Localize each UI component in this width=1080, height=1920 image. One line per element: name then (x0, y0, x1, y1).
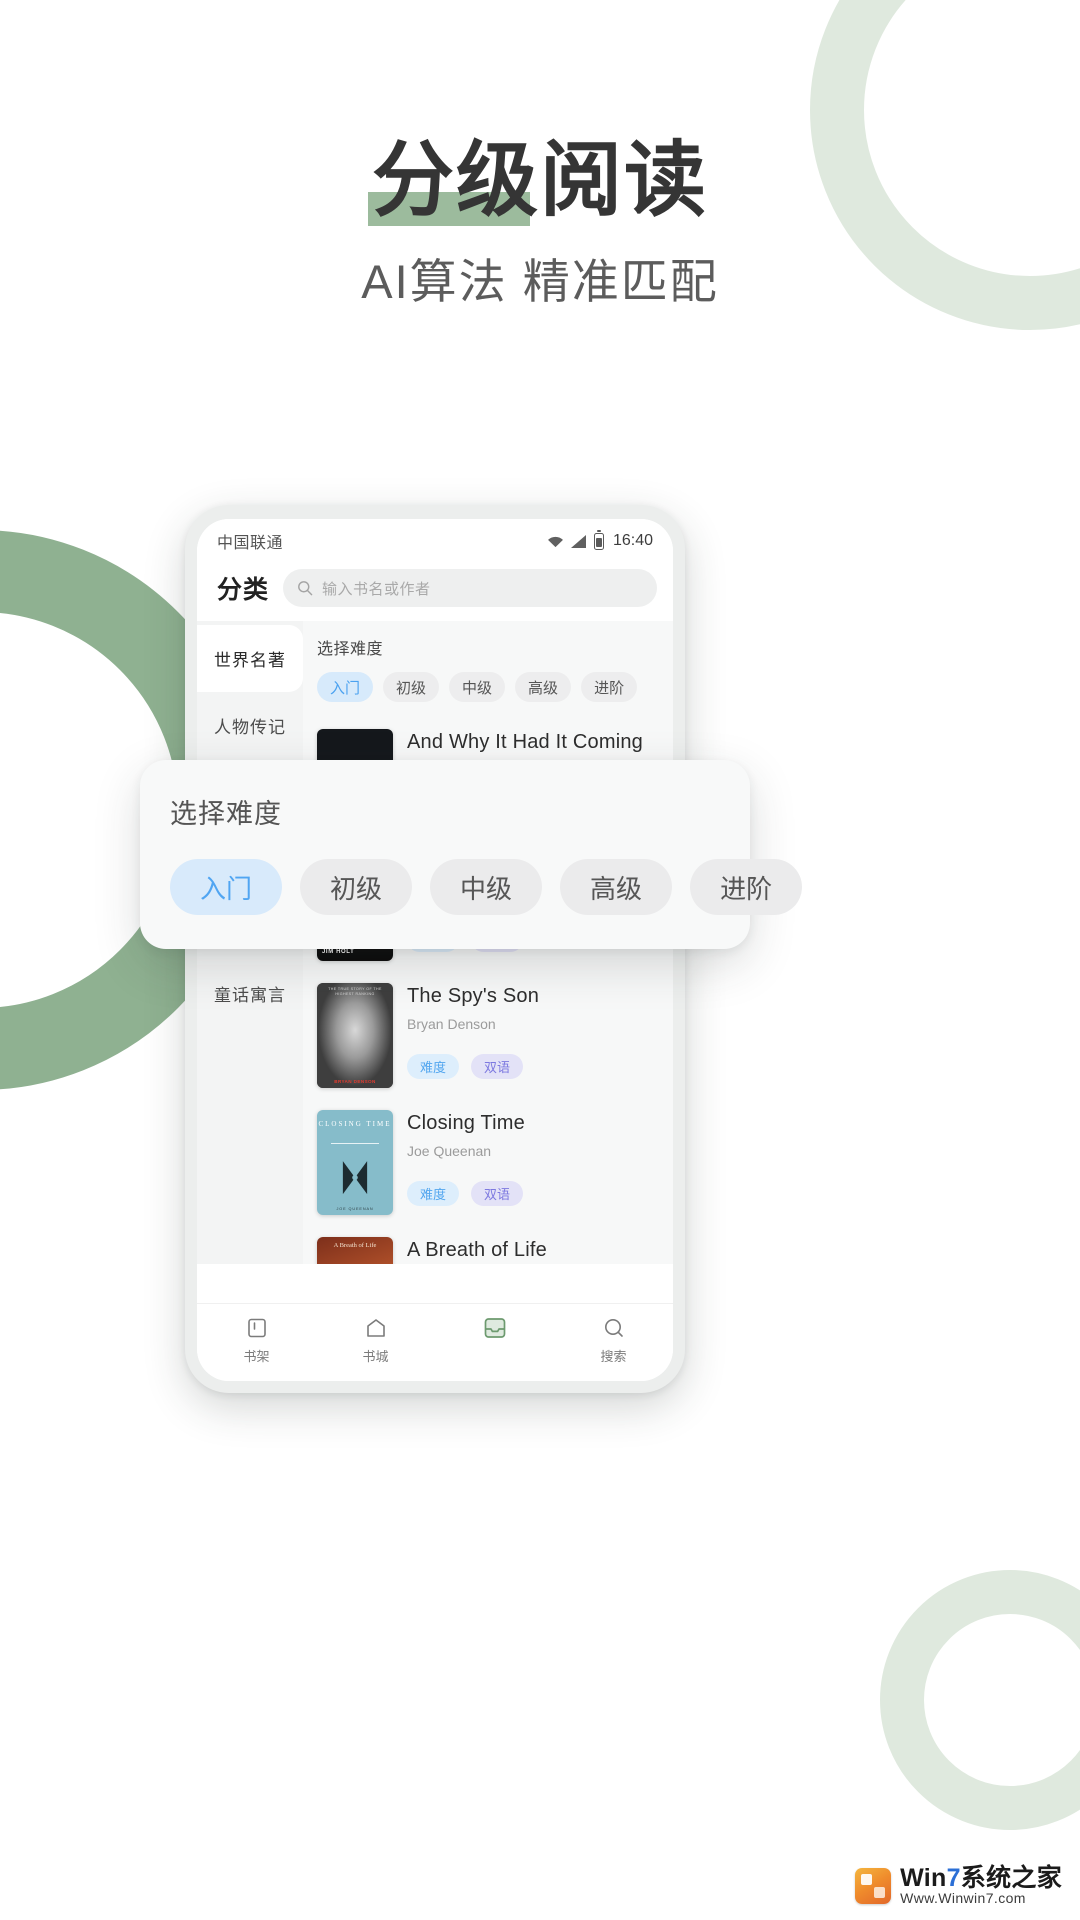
tab-label: 书城 (362, 1349, 389, 1364)
watermark-text: Win7系统之家 Www.Winwin7.com (900, 1865, 1062, 1906)
cover-author: BRYAN DENSON (334, 1079, 376, 1084)
poster-page: 分级阅读 AI算法 精准匹配 中国联通 16:40 分类 输入书名或作者 世界名… (0, 0, 1080, 1920)
book-title: A Breath of Life (407, 1239, 547, 1261)
book-tags: 难度 双语 (407, 1054, 659, 1079)
book-title: And Why It Had It Coming (407, 731, 644, 753)
search-tab-icon (554, 1313, 673, 1343)
book-cover: THE TRUE STORY OF THE HIGHEST RANKING BR… (317, 983, 393, 1088)
sidebar-item-fairytale[interactable]: 童话寓言 (197, 960, 303, 1027)
phone-frame: 中国联通 16:40 分类 输入书名或作者 世界名著 人物传记 童话寓言 选择难… (185, 505, 685, 1393)
tab-bookshelf[interactable]: 书架 (197, 1313, 316, 1365)
tag-difficulty[interactable]: 难度 (407, 1181, 460, 1206)
popup-title: 选择难度 (170, 799, 282, 829)
watermark-number: 7 (946, 1864, 961, 1893)
store-icon (316, 1313, 435, 1343)
search-icon (298, 581, 313, 596)
book-title: Closing Time (407, 1112, 525, 1134)
page-title: 分类 (217, 576, 270, 604)
list-item[interactable]: THE TRUE STORY OF THE HIGHEST RANKING BR… (317, 972, 659, 1099)
difficulty-chip-elementary[interactable]: 初级 (383, 672, 440, 702)
tab-category[interactable] (435, 1313, 554, 1343)
book-cover: CLOSING TIME JOE QUEENAN (317, 1110, 393, 1215)
tab-label: 书架 (243, 1349, 270, 1364)
sidebar-item-world-classics[interactable]: 世界名著 (197, 625, 303, 692)
sidebar-item-biography[interactable]: 人物传记 (197, 692, 303, 759)
hero-title-wrap: 分级阅读 (0, 140, 1080, 226)
watermark-logo-icon (855, 1867, 892, 1904)
cover-title: CLOSING TIME (318, 1120, 392, 1128)
wifi-icon (547, 536, 563, 547)
difficulty-chip-beginner[interactable]: 入门 (317, 672, 374, 702)
hero-subtitle: AI算法 精准匹配 (361, 255, 719, 308)
difficulty-chip-row: 入门 初级 中级 高级 进阶 (317, 672, 673, 702)
popup-chip-row: 入门 初级 中级 高级 进阶 (170, 859, 803, 915)
difficulty-label: 选择难度 (317, 641, 384, 658)
category-icon (435, 1313, 554, 1343)
app-topbar: 分类 输入书名或作者 (197, 563, 673, 621)
difficulty-selector: 选择难度 入门 初级 中级 高级 进阶 (303, 621, 673, 708)
cover-title: A Breath of Life (333, 1242, 377, 1249)
book-meta: The Spy's Son Bryan Denson 难度 双语 (407, 983, 659, 1088)
status-bar: 中国联通 16:40 (197, 519, 673, 563)
hero-title: 分级阅读 (367, 140, 708, 226)
cover-author: JIM HOLT (322, 949, 355, 955)
cover-title: THE TRUE STORY OF THE HIGHEST RANKING (328, 987, 382, 997)
book-title: The Spy's Son (407, 985, 540, 1007)
list-item[interactable]: A Breath of Life Clarice Lispector A Bre… (317, 1226, 659, 1264)
battery-icon (593, 532, 604, 550)
clock-label: 16:40 (612, 532, 653, 549)
book-author: Joe Queenan (407, 1143, 492, 1159)
tag-difficulty[interactable]: 难度 (407, 1054, 460, 1079)
decor-ring-bottom-right (880, 1570, 1080, 1830)
difficulty-chip-intermediate[interactable]: 中级 (449, 672, 506, 702)
hero-title-text: 分级阅读 (371, 135, 708, 226)
search-placeholder: 输入书名或作者 (322, 580, 431, 598)
popup-chip-beginner[interactable]: 入门 (170, 859, 283, 915)
difficulty-chip-advanced[interactable]: 高级 (515, 672, 572, 702)
book-cover: A Breath of Life Clarice Lispector (317, 1237, 393, 1264)
list-item[interactable]: CLOSING TIME JOE QUEENAN Closing Time Jo… (317, 1099, 659, 1226)
category-label: 世界名著 (214, 651, 286, 670)
popup-chip-intermediate[interactable]: 中级 (430, 859, 543, 915)
carrier-label: 中国联通 (217, 535, 284, 552)
tab-bookstore[interactable]: 书城 (316, 1313, 435, 1365)
popup-chip-expert[interactable]: 进阶 (690, 859, 803, 915)
tag-bilingual[interactable]: 双语 (471, 1054, 524, 1079)
watermark-suffix: 系统之家 (960, 1864, 1062, 1893)
difficulty-popup: 选择难度 入门 初级 中级 高级 进阶 (140, 760, 803, 949)
watermark-prefix: Win (900, 1864, 947, 1893)
watermark-main: Win7系统之家 (900, 1864, 1062, 1892)
phone-screen: 中国联通 16:40 分类 输入书名或作者 世界名著 人物传记 童话寓言 选择难… (197, 519, 673, 1381)
tab-label: 搜索 (600, 1349, 627, 1364)
difficulty-chip-expert[interactable]: 进阶 (581, 672, 638, 702)
book-meta: A Breath of Life Clarice Lispector (407, 1237, 659, 1264)
category-label: 童话寓言 (214, 986, 286, 1005)
book-author: Bryan Denson (407, 1016, 496, 1032)
signal-icon (570, 534, 586, 548)
cover-author: JOE QUEENAN (336, 1207, 374, 1211)
popup-chip-advanced[interactable]: 高级 (560, 859, 673, 915)
bottom-nav: 书架 书城 搜索 (197, 1303, 673, 1381)
book-tags: 难度 双语 (407, 1181, 659, 1206)
watermark-sub: Www.Winwin7.com (900, 1890, 1026, 1907)
tab-search[interactable]: 搜索 (554, 1313, 673, 1365)
watermark: Win7系统之家 Www.Winwin7.com (855, 1865, 1062, 1906)
tag-bilingual[interactable]: 双语 (471, 1181, 524, 1206)
book-meta: Closing Time Joe Queenan 难度 双语 (407, 1110, 659, 1215)
popup-chip-elementary[interactable]: 初级 (300, 859, 413, 915)
status-icons: 16:40 (547, 532, 653, 550)
category-label: 人物传记 (214, 718, 286, 737)
search-input[interactable]: 输入书名或作者 (283, 569, 657, 607)
bookshelf-icon (197, 1313, 316, 1343)
